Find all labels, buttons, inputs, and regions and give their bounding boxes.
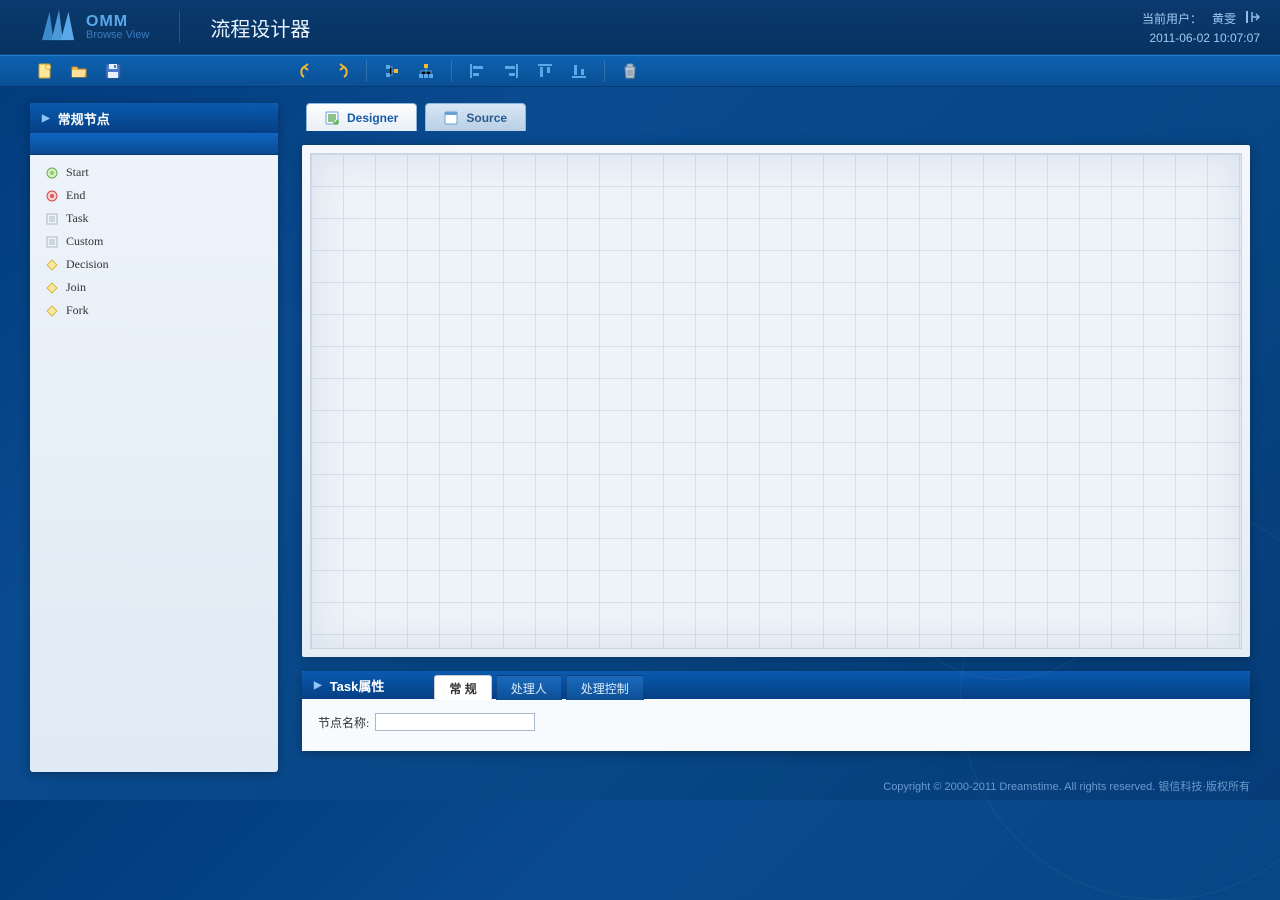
align-left-button[interactable] (460, 57, 494, 85)
tab-designer-label: Designer (347, 111, 398, 125)
circle-green-icon (46, 167, 58, 179)
palette-item-label: Fork (66, 303, 89, 318)
collapse-arrow-icon[interactable]: ▶ (314, 680, 322, 691)
new-file-button[interactable] (28, 57, 62, 85)
header-divider (179, 11, 180, 43)
logo-icon (40, 8, 78, 47)
design-canvas[interactable] (310, 153, 1242, 649)
diamond-icon (46, 305, 58, 317)
palette-item-fork[interactable]: Fork (42, 301, 266, 320)
designer-tab-icon (325, 111, 339, 125)
align-top-button[interactable] (528, 57, 562, 85)
canvas-container (302, 145, 1250, 657)
node-name-row: 节点名称: (318, 713, 1234, 731)
app-header: OMM Browse View 流程设计器 当前用户： 黄雯 2011-06-0… (0, 0, 1280, 55)
properties-panel: ▶ Task属性 常 规 处理人 处理控制 节点名称: (302, 671, 1250, 751)
palette-item-start[interactable]: Start (42, 163, 266, 182)
save-button[interactable] (96, 57, 130, 85)
properties-header: ▶ Task属性 常 规 处理人 处理控制 (302, 671, 1250, 699)
delete-button[interactable] (613, 57, 647, 85)
properties-title: Task属性 (330, 676, 385, 695)
palette-title: 常规节点 (58, 109, 110, 128)
palette-item-custom[interactable]: Custom (42, 232, 266, 251)
logo-title: OMM (86, 14, 149, 30)
node-name-label: 节点名称: (318, 714, 369, 731)
sheet-icon (46, 213, 58, 225)
palette-list: Start End Task Custom Decision Join Fork (30, 155, 278, 328)
designer-tabs: Designer Source (306, 103, 1250, 131)
open-folder-button[interactable] (62, 57, 96, 85)
redo-button[interactable] (324, 57, 358, 85)
palette-active-band (30, 133, 278, 155)
palette-item-label: Task (66, 211, 89, 226)
palette-item-label: End (66, 188, 85, 203)
logout-icon[interactable] (1246, 11, 1260, 26)
diamond-icon (46, 282, 58, 294)
palette-header[interactable]: ▶ 常规节点 (30, 103, 278, 133)
sheet-icon (46, 236, 58, 248)
content-column: Designer Source ▶ Task属性 常 规 处理人 处理控制 (302, 103, 1250, 772)
collapse-arrow-icon: ▶ (42, 113, 50, 124)
palette-item-task[interactable]: Task (42, 209, 266, 228)
palette-item-label: Decision (66, 257, 109, 272)
logo-subtitle: Browse View (86, 30, 149, 41)
toolbar (0, 55, 1280, 87)
user-label: 当前用户： (1142, 10, 1202, 27)
undo-button[interactable] (290, 57, 324, 85)
source-tab-icon (444, 111, 458, 125)
properties-tabs: 常 规 处理人 处理控制 (434, 674, 643, 699)
footer-copyright: Copyright © 2000-2011 Dreamstime. All ri… (883, 778, 1250, 794)
node-name-input[interactable] (375, 713, 535, 731)
diamond-icon (46, 259, 58, 271)
main-area: ▶ 常规节点 Start End Task Custom Decision Join For… (0, 87, 1280, 772)
ptab-handler[interactable]: 处理人 (496, 675, 562, 700)
tree-expand-button[interactable] (375, 57, 409, 85)
header-user-block: 当前用户： 黄雯 2011-06-02 10:07:07 (1142, 10, 1260, 45)
align-right-button[interactable] (494, 57, 528, 85)
tab-source[interactable]: Source (425, 103, 526, 131)
palette-item-decision[interactable]: Decision (42, 255, 266, 274)
tab-designer[interactable]: Designer (306, 103, 417, 131)
palette-item-label: Join (66, 280, 86, 295)
properties-body: 节点名称: (302, 699, 1250, 751)
timestamp: 2011-06-02 10:07:07 (1142, 31, 1260, 45)
palette-item-label: Custom (66, 234, 103, 249)
circle-red-icon (46, 190, 58, 202)
logo: OMM Browse View (40, 8, 149, 47)
page-title: 流程设计器 (210, 13, 310, 42)
tree-all-button[interactable] (409, 57, 443, 85)
palette-panel: ▶ 常规节点 Start End Task Custom Decision Join For… (30, 103, 278, 772)
palette-item-end[interactable]: End (42, 186, 266, 205)
ptab-general[interactable]: 常 规 (434, 675, 491, 700)
user-name: 黄雯 (1212, 10, 1236, 27)
palette-item-join[interactable]: Join (42, 278, 266, 297)
ptab-control[interactable]: 处理控制 (566, 675, 644, 700)
palette-item-label: Start (66, 165, 89, 180)
align-bottom-button[interactable] (562, 57, 596, 85)
tab-source-label: Source (466, 111, 507, 125)
